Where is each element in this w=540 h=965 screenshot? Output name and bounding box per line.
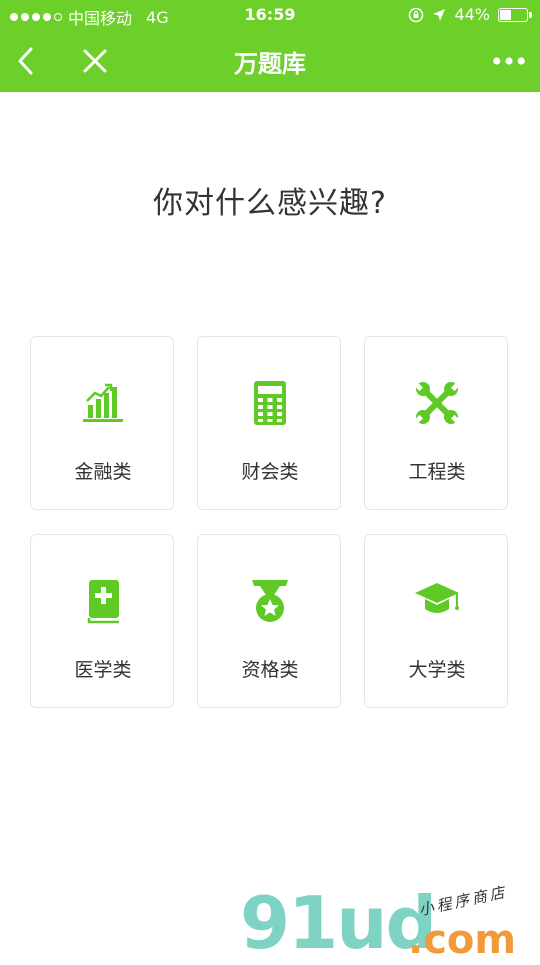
- battery-icon: [498, 7, 532, 22]
- category-label: 工程类: [408, 461, 466, 483]
- navigation-bar: 万题库: [0, 30, 540, 92]
- category-label: 财会类: [241, 461, 299, 483]
- category-label: 金融类: [74, 461, 132, 483]
- page-title: 万题库: [234, 50, 306, 78]
- category-label: 资格类: [241, 659, 299, 681]
- interest-prompt: 你对什么感兴趣?: [153, 186, 387, 221]
- watermark-domain: .com: [408, 917, 517, 963]
- more-dots-icon: [493, 57, 525, 65]
- watermark-brand: 91ud: [240, 881, 437, 965]
- more-options-button[interactable]: [492, 44, 526, 78]
- graduation-cap-icon: [415, 583, 459, 613]
- category-card-medicine[interactable]: 医学类: [30, 534, 174, 708]
- app-header: 中国移动 4G 16:59 44% 万题库: [0, 0, 540, 92]
- battery-percent: 44%: [454, 5, 490, 24]
- category-card-engineering[interactable]: 工程类: [364, 336, 508, 510]
- location-arrow-icon: [433, 8, 446, 21]
- category-card-university[interactable]: 大学类: [364, 534, 508, 708]
- wrench-cross-icon: [415, 382, 459, 424]
- bar-chart-icon: [83, 383, 123, 422]
- rotation-lock-icon: [409, 7, 424, 22]
- calculator-icon: [254, 381, 286, 425]
- category-card-qualification[interactable]: 资格类: [197, 534, 341, 708]
- medal-icon: [252, 580, 288, 622]
- status-bar: 中国移动 4G 16:59 44%: [0, 0, 540, 30]
- category-label: 医学类: [74, 659, 132, 681]
- medical-book-icon: [87, 580, 119, 624]
- category-grid: 金融类 财会类 工程类 医学类 资格类 大学类: [30, 336, 512, 710]
- category-card-accounting[interactable]: 财会类: [197, 336, 341, 510]
- watermark: 91ud .com 小程序商店: [240, 881, 540, 965]
- category-card-finance[interactable]: 金融类: [30, 336, 174, 510]
- category-label: 大学类: [408, 659, 466, 681]
- status-right: 44%: [408, 5, 532, 24]
